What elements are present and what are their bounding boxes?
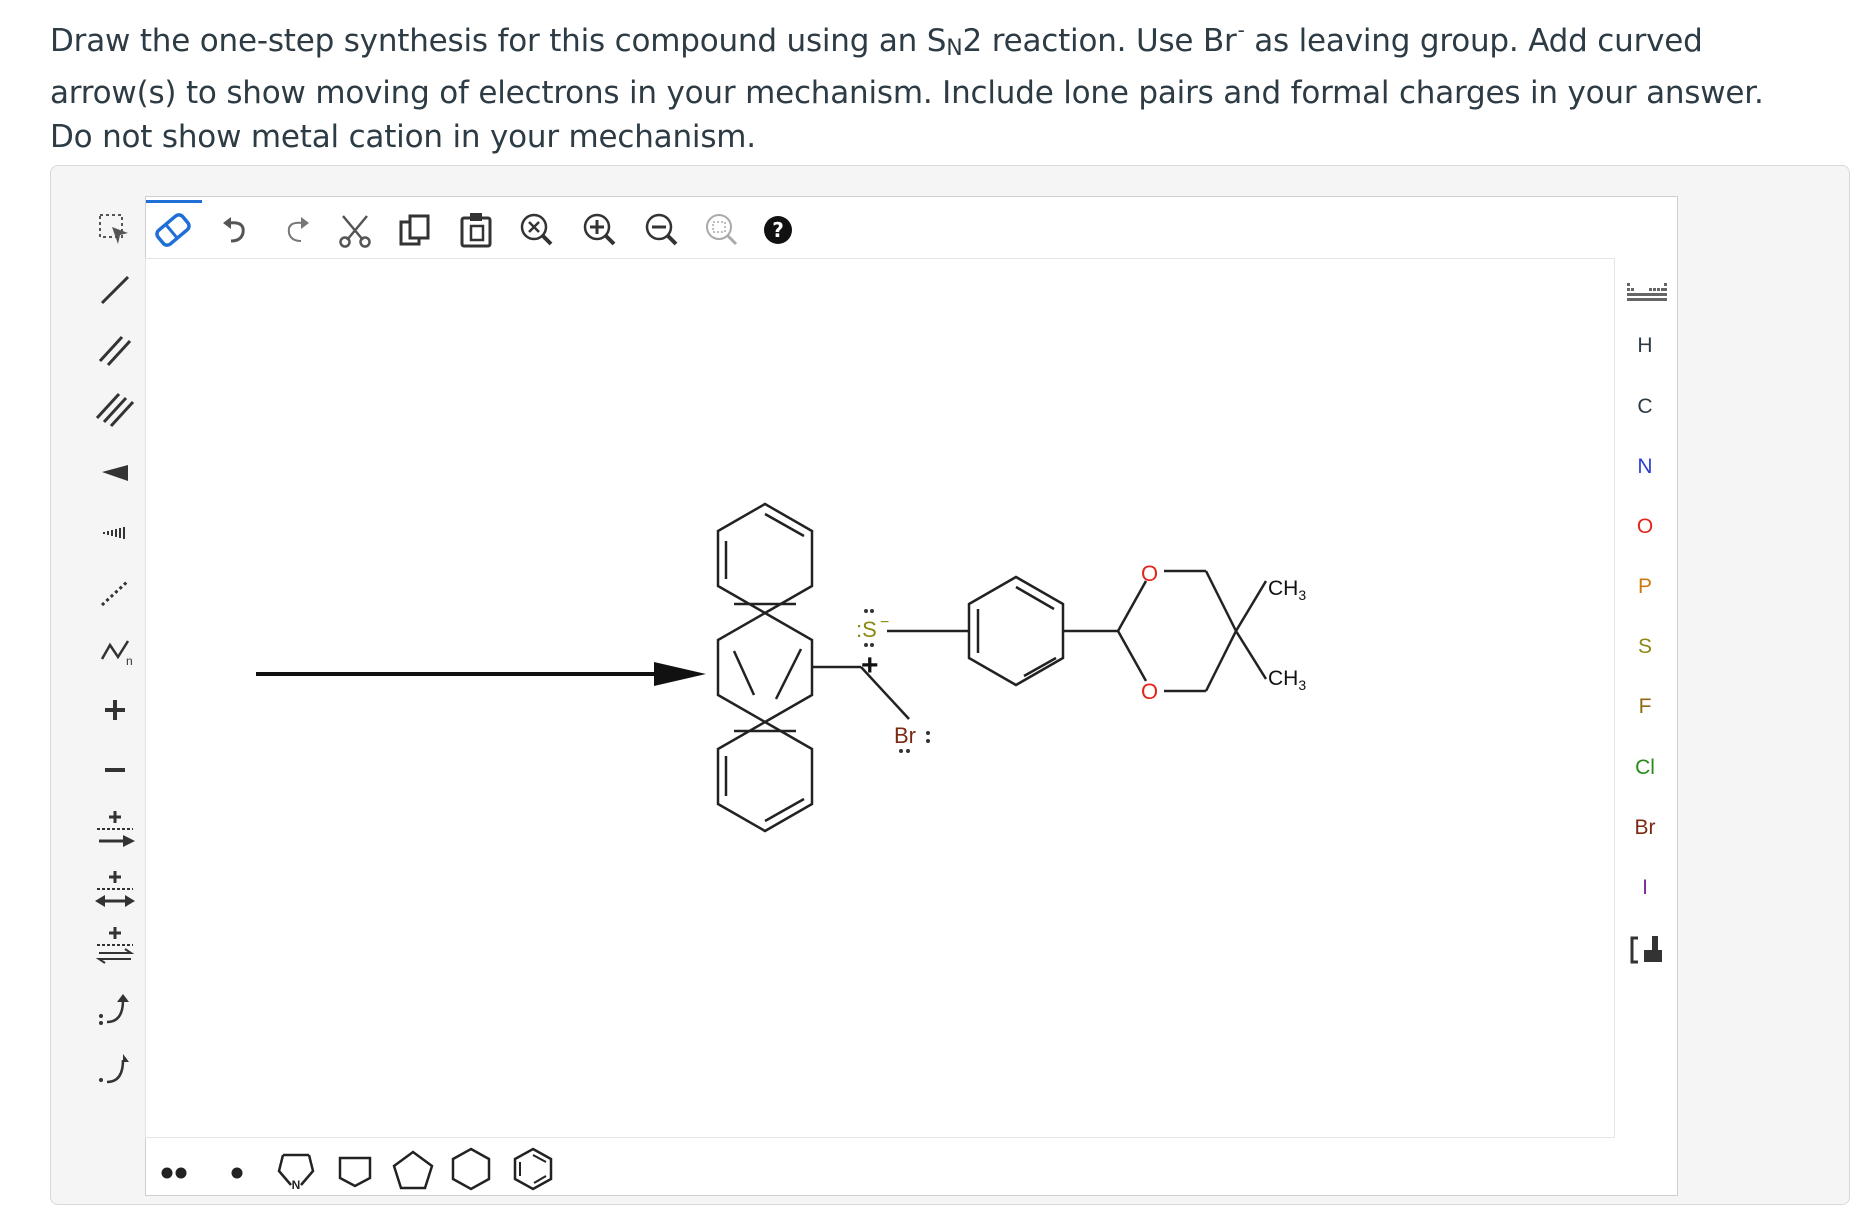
svg-text:N: N [292, 1178, 301, 1192]
paste-icon[interactable] [455, 208, 497, 250]
element-s[interactable]: S [1620, 635, 1670, 659]
undo-icon[interactable] [218, 212, 254, 248]
drawing-canvas[interactable]: :S − + Br O O CH3 CH3 [145, 258, 1615, 1138]
triple-bond-icon[interactable] [95, 390, 135, 430]
sulfur-charge: − [880, 614, 889, 631]
redo-icon[interactable] [278, 212, 314, 248]
reaction-arrow [256, 662, 706, 686]
reaction-arrow-icon[interactable] [92, 808, 138, 854]
question-part-2: 2 reaction. Use Br [962, 23, 1237, 59]
anthracene-structure [716, 502, 910, 833]
copy-icon[interactable] [395, 210, 435, 250]
pyrrole-ring-icon[interactable]: N [276, 1150, 316, 1192]
cyclobutane-ring-icon[interactable] [335, 1152, 375, 1192]
electron-pair-arrow-icon[interactable] [95, 990, 135, 1030]
element-cl[interactable]: Cl [1620, 756, 1670, 780]
element-c[interactable]: C [1620, 395, 1670, 419]
element-f[interactable]: F [1620, 695, 1670, 719]
element-h[interactable]: H [1620, 334, 1670, 358]
zoom-reset-icon[interactable] [515, 208, 559, 252]
cyclopentane-ring-icon[interactable] [390, 1148, 436, 1192]
oxygen-atom-top: O [1141, 561, 1158, 586]
question-text: Draw the one-step synthesis for this com… [50, 8, 1810, 159]
single-bond-icon[interactable] [95, 270, 135, 310]
methyl-bottom: CH3 [1268, 667, 1306, 693]
zoom-in-icon[interactable] [578, 208, 622, 252]
question-subscript: N [946, 36, 963, 61]
oxygen-atom-bottom: O [1141, 679, 1158, 704]
sulfur-atom: :S [856, 617, 877, 642]
minus-charge-icon[interactable] [95, 750, 135, 790]
cyclohexane-ring-icon[interactable] [448, 1146, 494, 1192]
equilibrium-arrow-icon[interactable] [92, 924, 138, 970]
svg-text:?: ? [772, 218, 784, 242]
bromine-atom: Br [894, 723, 916, 748]
radical-icon[interactable] [222, 1158, 252, 1188]
cut-icon[interactable] [335, 210, 375, 250]
double-bond-icon[interactable] [95, 330, 135, 370]
element-br[interactable]: Br [1620, 816, 1670, 840]
bracket-tool-icon[interactable] [1628, 930, 1668, 970]
svg-text:n: n [126, 654, 133, 668]
resonance-arrow-icon[interactable] [92, 868, 138, 914]
single-electron-arrow-icon[interactable] [95, 1050, 135, 1090]
hash-bond-icon[interactable] [95, 512, 135, 552]
plus-charge-icon[interactable] [95, 690, 135, 730]
molecule-drawing: :S − + Br O O CH3 CH3 [256, 502, 1306, 833]
dashed-bond-icon[interactable] [95, 572, 135, 612]
element-o[interactable]: O [1620, 515, 1670, 539]
plus-sign: + [861, 649, 879, 682]
zoom-fit-icon[interactable] [700, 208, 744, 252]
element-n[interactable]: N [1620, 455, 1670, 479]
zoom-out-icon[interactable] [640, 208, 684, 252]
aryl-dioxane-structure [931, 569, 1268, 693]
help-icon[interactable]: ? [762, 214, 794, 246]
eraser-icon[interactable] [150, 207, 196, 253]
question-superscript: - [1237, 18, 1245, 42]
methyl-top: CH3 [1268, 577, 1306, 603]
lone-pair-icon[interactable] [156, 1158, 192, 1188]
benzene-ring-icon[interactable] [510, 1146, 556, 1192]
select-icon[interactable] [95, 210, 135, 250]
question-part-1: Draw the one-step synthesis for this com… [50, 23, 947, 59]
element-p[interactable]: P [1620, 575, 1670, 599]
wedge-bond-icon[interactable] [95, 452, 135, 492]
periodic-table-icon[interactable] [1625, 275, 1669, 311]
element-i[interactable]: I [1620, 876, 1670, 900]
chain-icon[interactable]: n [95, 630, 135, 670]
